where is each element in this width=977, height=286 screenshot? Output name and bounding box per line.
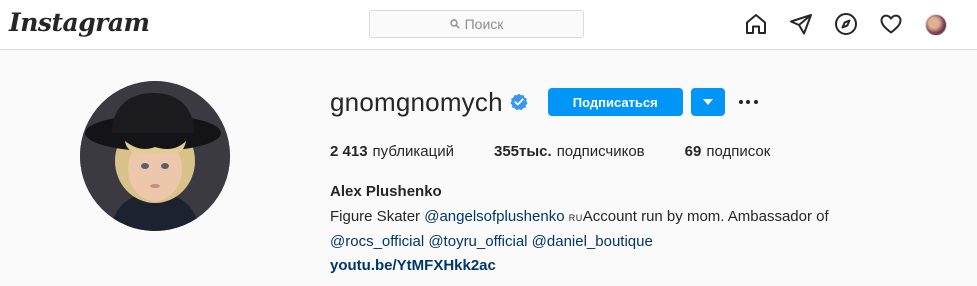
mention-link[interactable]: @rocs_official bbox=[330, 233, 424, 250]
stat-value: 355тыс. bbox=[493, 143, 552, 160]
external-link[interactable]: youtu.be/YtMFXHkk2ac bbox=[330, 257, 496, 274]
more-options-button[interactable] bbox=[738, 88, 762, 116]
bio-line-2: @rocs_official @toyru_official @daniel_b… bbox=[330, 230, 930, 254]
search-input[interactable]: Поиск bbox=[369, 10, 584, 38]
mention-link[interactable]: @daniel_boutique bbox=[532, 233, 653, 250]
direct-icon[interactable] bbox=[789, 12, 813, 36]
instagram-logo[interactable]: Instagram bbox=[9, 8, 150, 37]
followers-count[interactable]: 355тыс. подписчиков bbox=[494, 143, 645, 160]
profile-picture[interactable] bbox=[80, 81, 230, 231]
username-row: gnomgnomych Подписаться bbox=[330, 86, 950, 118]
mention-link[interactable]: @toyru_official bbox=[428, 233, 527, 250]
dot-icon bbox=[746, 100, 751, 104]
dot-icon bbox=[753, 100, 758, 104]
nav-icons bbox=[744, 12, 969, 36]
bio-text: Account run by mom. Ambassador of bbox=[582, 208, 829, 225]
explore-icon[interactable] bbox=[834, 12, 858, 36]
following-count[interactable]: 69 подписок bbox=[685, 143, 771, 160]
stat-label: публикаций bbox=[372, 143, 454, 160]
stat-value: 69 bbox=[684, 143, 702, 160]
chevron-down-icon bbox=[702, 99, 713, 105]
profile-stats: 2 413 публикаций 355тыс. подписчиков 69 … bbox=[330, 143, 810, 160]
stat-value: 2 413 bbox=[330, 143, 368, 160]
profile-bio: Alex Plushenko Figure Skater @angelsofpl… bbox=[330, 182, 930, 278]
username: gnomgnomych bbox=[330, 86, 503, 117]
bio-line-3: youtu.be/YtMFXHkk2ac bbox=[330, 254, 930, 278]
stat-label: подписок bbox=[706, 143, 771, 160]
verified-badge-icon bbox=[510, 93, 528, 111]
bio-line-1: Figure Skater @angelsofplushenko RUAccou… bbox=[330, 205, 930, 230]
top-navigation-bar: Instagram Поиск bbox=[0, 0, 977, 50]
russia-flag-icon: RU bbox=[568, 213, 583, 223]
profile-header: gnomgnomych Подписаться bbox=[330, 86, 950, 118]
follow-button[interactable]: Подписаться bbox=[547, 88, 683, 116]
activity-heart-icon[interactable] bbox=[879, 12, 903, 36]
profile-avatar[interactable] bbox=[924, 12, 948, 36]
full-name: Alex Plushenko bbox=[330, 183, 442, 200]
search-placeholder: Поиск bbox=[464, 16, 504, 32]
dot-icon bbox=[738, 100, 743, 104]
posts-count: 2 413 публикаций bbox=[330, 143, 454, 160]
home-icon[interactable] bbox=[744, 12, 768, 36]
follow-options-button[interactable] bbox=[690, 88, 725, 116]
stat-label: подписчиков bbox=[556, 143, 645, 160]
profile-photo bbox=[80, 81, 230, 231]
bio-text: Figure Skater bbox=[330, 208, 425, 225]
search-icon bbox=[449, 19, 460, 29]
mention-link[interactable]: @angelsofplushenko bbox=[424, 208, 564, 225]
avatar bbox=[925, 13, 947, 36]
